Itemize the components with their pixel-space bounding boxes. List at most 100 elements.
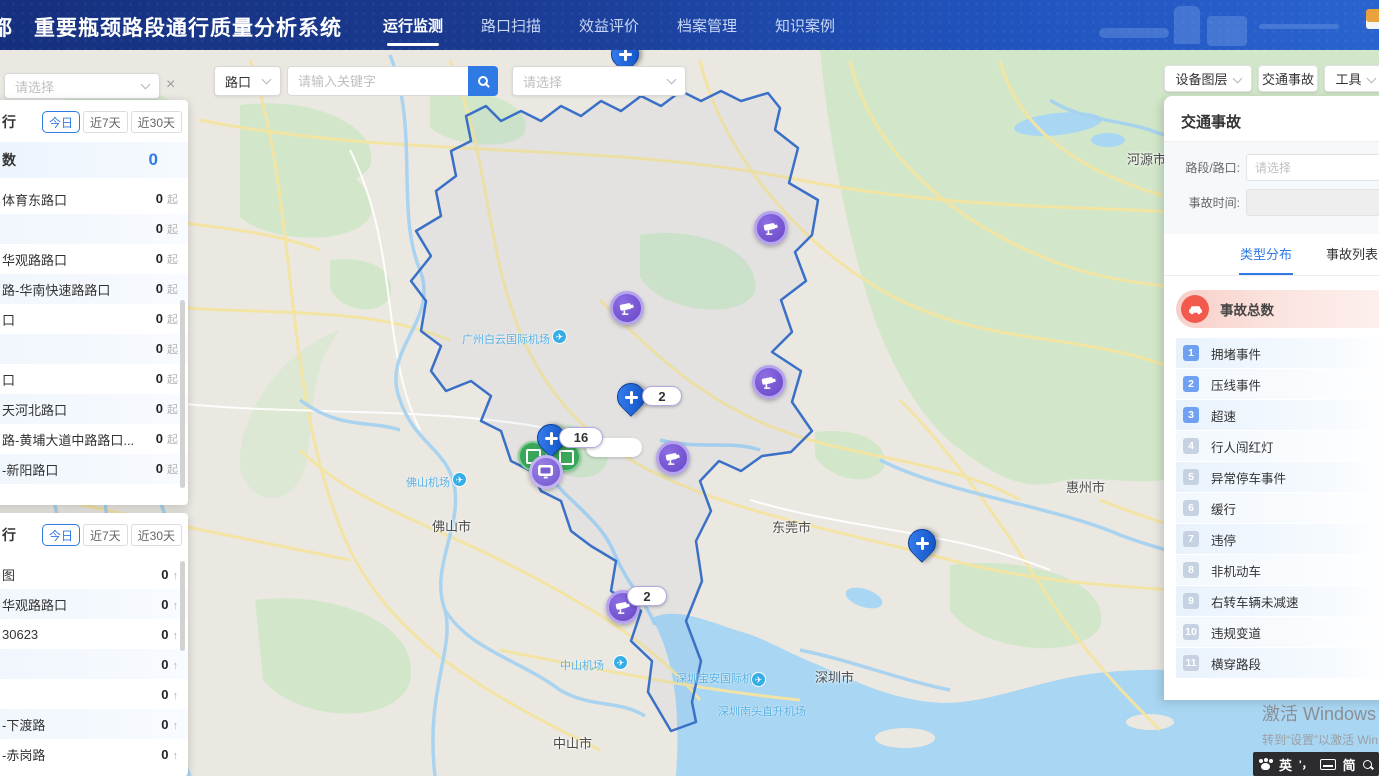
item-value: 0 bbox=[161, 657, 168, 672]
type-row[interactable]: 4行人闯红灯 bbox=[1176, 431, 1379, 461]
list-item[interactable]: -新阳路口0起 bbox=[0, 454, 188, 484]
close-icon[interactable]: × bbox=[166, 77, 175, 93]
ime-punct-toggle[interactable]: '， bbox=[1299, 756, 1313, 772]
range-tab-today[interactable]: 今日 bbox=[42, 524, 80, 546]
camera-marker[interactable] bbox=[656, 441, 690, 475]
accidents-button[interactable]: 交通事故 bbox=[1258, 65, 1318, 92]
tab-type-distribution[interactable]: 类型分布 bbox=[1240, 244, 1292, 275]
range-tab-30days[interactable]: 近30天 bbox=[131, 524, 182, 546]
ime-lang-toggle[interactable]: 英 bbox=[1279, 755, 1292, 774]
list-item[interactable]: 体育东路口0起 bbox=[0, 184, 188, 214]
camera-marker[interactable] bbox=[752, 365, 786, 399]
list-item[interactable]: 天河北路口0起 bbox=[0, 394, 188, 424]
type-label: 右转车辆未减速 bbox=[1211, 592, 1299, 611]
item-value: 0 bbox=[156, 401, 163, 416]
main-nav: 运行监测 路口扫描 效益评价 档案管理 知识案例 bbox=[382, 0, 836, 50]
scrollbar-thumb[interactable] bbox=[180, 300, 185, 488]
city-label: 东莞市 bbox=[772, 517, 811, 536]
list-item[interactable]: -赤岗路0↑ bbox=[0, 739, 188, 769]
area-select[interactable]: 请选择 bbox=[512, 66, 686, 96]
list-item[interactable]: -下渡路0↑ bbox=[0, 709, 188, 739]
camera-marker[interactable] bbox=[610, 291, 644, 325]
list-item[interactable]: 路-黄埔大道中路路口...0起 bbox=[0, 424, 188, 454]
list-item[interactable]: 306230↑ bbox=[0, 619, 188, 649]
category-select[interactable]: 路口 bbox=[214, 66, 281, 96]
nav-item-archive[interactable]: 档案管理 bbox=[676, 15, 738, 36]
tools-dropdown-button[interactable]: 工具 bbox=[1324, 65, 1379, 92]
item-value: 0 bbox=[161, 747, 168, 762]
list-item[interactable]: 口0起 bbox=[0, 364, 188, 394]
tools-label: 工具 bbox=[1335, 69, 1361, 88]
item-value: 0 bbox=[156, 221, 163, 236]
nav-item-scan[interactable]: 路口扫描 bbox=[480, 15, 542, 36]
type-row[interactable]: 8非机动车 bbox=[1176, 555, 1379, 585]
keyword-input[interactable] bbox=[287, 66, 468, 96]
list-item[interactable]: 口0起 bbox=[0, 304, 188, 334]
type-row[interactable]: 1拥堵事件 bbox=[1176, 338, 1379, 368]
up-arrow-icon: ↑ bbox=[173, 720, 179, 732]
airport-label: 广州白云国际机场 bbox=[462, 331, 550, 347]
time-field[interactable] bbox=[1246, 189, 1379, 216]
item-label: -下渡路 bbox=[2, 715, 45, 734]
cctv-icon bbox=[665, 450, 681, 466]
range-tab-7days[interactable]: 近7天 bbox=[83, 111, 128, 133]
list-item[interactable]: 图0↑ bbox=[0, 559, 188, 589]
accident-total-label: 事故总数 bbox=[1220, 299, 1274, 319]
type-row[interactable]: 6缓行 bbox=[1176, 493, 1379, 523]
range-tab-today[interactable]: 今日 bbox=[42, 111, 80, 133]
type-row[interactable]: 10违规变道 bbox=[1176, 617, 1379, 647]
accident-total-row[interactable]: 事故总数 bbox=[1176, 290, 1379, 328]
item-value: 0 bbox=[156, 281, 163, 296]
type-row[interactable]: 2压线事件 bbox=[1176, 369, 1379, 399]
app-header: 都 重要瓶颈路段通行质量分析系统 运行监测 路口扫描 效益评价 档案管理 知识案… bbox=[0, 0, 1379, 50]
tab-accident-list[interactable]: 事故列表 bbox=[1326, 244, 1378, 275]
ranking-list: 体育东路口0起 0起 华观路路口0起 路-华南快速路路口0起 口0起 0起 口0… bbox=[0, 184, 188, 484]
road-select[interactable]: 请选择 bbox=[1246, 154, 1379, 181]
count-badge[interactable]: 2 bbox=[642, 386, 682, 406]
item-value: 0 bbox=[161, 627, 168, 642]
item-label: 华观路路口 bbox=[2, 595, 67, 614]
ranking-card-flow: 行 今日 近7天 近30天 图0↑ 华观路路口0↑ 306230↑ 0↑ 0↑ … bbox=[0, 513, 188, 776]
panel-title: 交通事故 bbox=[1164, 96, 1379, 142]
camera-marker[interactable] bbox=[754, 211, 788, 245]
chevron-down-icon bbox=[1366, 74, 1376, 84]
range-tab-7days[interactable]: 近7天 bbox=[83, 524, 128, 546]
scrollbar-thumb[interactable] bbox=[180, 561, 185, 651]
item-label: 口 bbox=[2, 370, 15, 389]
list-item[interactable]: 0↑ bbox=[0, 679, 188, 709]
list-item[interactable]: 路-华南快速路路口0起 bbox=[0, 274, 188, 304]
count-badge[interactable]: 2 bbox=[627, 586, 667, 606]
list-item[interactable]: 0起 bbox=[0, 214, 188, 244]
list-item[interactable]: 华观路路口0↑ bbox=[0, 589, 188, 619]
layers-dropdown-button[interactable]: 设备图层 bbox=[1164, 65, 1252, 92]
type-row[interactable]: 5异常停车事件 bbox=[1176, 462, 1379, 492]
nav-item-benefit[interactable]: 效益评价 bbox=[578, 15, 640, 36]
list-item[interactable]: 0↑ bbox=[0, 649, 188, 679]
accidents-label: 交通事故 bbox=[1262, 69, 1314, 88]
cctv-icon bbox=[761, 374, 777, 390]
up-arrow-icon: ↑ bbox=[173, 570, 179, 582]
range-tab-30days[interactable]: 近30天 bbox=[131, 111, 182, 133]
type-row[interactable]: 7违停 bbox=[1176, 524, 1379, 554]
up-arrow-icon: ↑ bbox=[173, 600, 179, 612]
ime-logo-icon[interactable] bbox=[1259, 759, 1272, 770]
search-button[interactable] bbox=[468, 66, 498, 96]
chevron-down-icon bbox=[667, 75, 677, 85]
nav-item-knowledge[interactable]: 知识案例 bbox=[774, 15, 836, 36]
ime-simplified-toggle[interactable]: 简 bbox=[1343, 755, 1356, 774]
type-row[interactable]: 9右转车辆未减速 bbox=[1176, 586, 1379, 616]
list-item[interactable]: 0起 bbox=[0, 334, 188, 364]
nav-item-monitoring[interactable]: 运行监测 bbox=[382, 15, 444, 36]
time-field-label: 事故时间: bbox=[1176, 194, 1240, 211]
count-badge[interactable]: 16 bbox=[559, 427, 603, 448]
ime-search-icon[interactable] bbox=[1363, 760, 1372, 769]
list-item[interactable]: 华观路路口0起 bbox=[0, 244, 188, 274]
card-title: 行 bbox=[2, 525, 16, 545]
type-row[interactable]: 3超速 bbox=[1176, 400, 1379, 430]
type-row[interactable]: 11横穿路段 bbox=[1176, 648, 1379, 678]
monitor-icon bbox=[537, 464, 555, 480]
region-select[interactable]: 请选择 bbox=[4, 73, 160, 99]
keyboard-icon[interactable] bbox=[1320, 759, 1336, 770]
airplane-icon: ✈ bbox=[613, 655, 628, 670]
screen-marker[interactable] bbox=[529, 455, 563, 489]
